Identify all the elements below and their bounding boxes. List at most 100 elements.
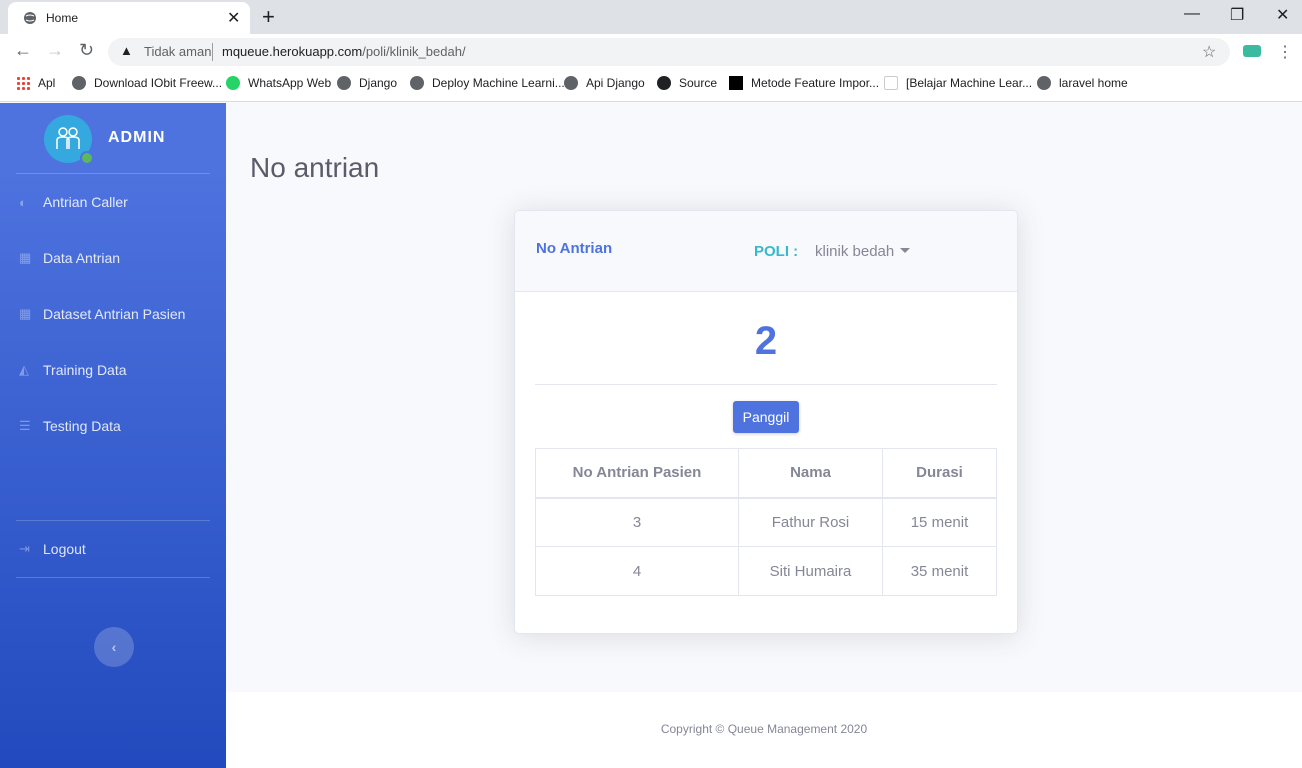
caret-down-icon [900, 247, 911, 253]
page-title: No antrian [250, 152, 380, 183]
github-icon [657, 76, 671, 90]
sidebar-item-antrian-caller[interactable]: ◐ Antrian Caller [0, 182, 226, 222]
table-cell: 4 [535, 546, 739, 596]
globe-icon [23, 11, 37, 30]
security-status[interactable]: Tidak aman [144, 44, 211, 59]
sign-out-icon: ⇥ [19, 541, 30, 556]
bookmark-deploy-ml[interactable]: Deploy Machine Learni... [410, 76, 565, 90]
card-divider [535, 384, 997, 385]
column-header: Nama [738, 448, 883, 499]
sidebar-item-label: Training Data [43, 362, 127, 378]
new-tab-icon[interactable]: + [262, 4, 275, 30]
footer: Copyright © Queue Management 2020 [226, 692, 1302, 768]
sidebar-item-training-data[interactable]: ◭ Training Data [0, 350, 226, 390]
globe-icon [337, 76, 351, 90]
sidebar-divider [16, 577, 210, 578]
bookmark-source[interactable]: Source [657, 76, 717, 90]
youtube-icon [884, 76, 898, 90]
table-icon: ▦ [19, 250, 32, 265]
sidebar-item-label: Data Antrian [43, 250, 121, 266]
sidebar-item-label: Logout [43, 541, 86, 557]
table-row: 4 Siti Humaira 35 menit [535, 546, 997, 596]
bookmark-django[interactable]: Django [337, 76, 397, 90]
poli-selected-value: klinik bedah [815, 243, 895, 260]
sidebar-toggle-button[interactable]: ‹ [94, 627, 134, 667]
queue-card: No Antrian POLI : klinik bedah 2 Panggil… [514, 210, 1018, 634]
restore-icon[interactable]: ❐ [1230, 5, 1244, 25]
table-cell: 35 menit [882, 546, 997, 596]
bookmark-api-django[interactable]: Api Django [564, 76, 645, 90]
list-icon: ☰ [19, 418, 31, 433]
poli-dropdown[interactable]: klinik bedah [815, 243, 911, 260]
table-cell: 15 menit [882, 497, 997, 547]
call-button[interactable]: Panggil [733, 401, 799, 433]
brand-text[interactable]: ADMIN [108, 129, 165, 147]
url-path: /poli/klinik_bedah/ [362, 44, 466, 59]
bookmark-label: Source [679, 76, 718, 90]
globe-icon [1037, 76, 1051, 90]
bookmark-label: laravel home [1059, 76, 1128, 90]
url-host: mqueue.herokuapp.com [222, 44, 363, 59]
bookmark-laravel[interactable]: laravel home [1037, 76, 1128, 90]
bookmark-label: Download IObit Freew... [94, 76, 223, 90]
bookmark-label: WhatsApp Web [248, 76, 332, 90]
bookmark-label: Api Django [586, 76, 645, 90]
table-cell: 3 [535, 497, 739, 547]
url-text[interactable]: mqueue.herokuapp.com/poli/klinik_bedah/ [222, 44, 466, 59]
extension-icon[interactable] [1243, 45, 1261, 57]
sidebar-item-testing-data[interactable]: ☰ Testing Data [0, 406, 226, 446]
sidebar-divider [16, 173, 210, 174]
bookmark-metode[interactable]: Metode Feature Impor... [729, 76, 879, 90]
people-icon [54, 125, 82, 159]
brand-logo[interactable] [44, 115, 94, 165]
close-tab-icon[interactable]: ✕ [227, 8, 240, 28]
bookmark-iobit[interactable]: Download IObit Freew... [72, 76, 222, 90]
chevron-left-icon: ‹ [111, 639, 117, 655]
sidebar-divider [16, 520, 210, 521]
table-cell: Siti Humaira [738, 546, 883, 596]
window-close-icon[interactable]: ✕ [1276, 5, 1289, 25]
column-header: No Antrian Pasien [535, 448, 739, 499]
minimize-icon[interactable]: — [1184, 5, 1200, 23]
bookmark-label: [Belajar Machine Lear... [906, 76, 1033, 90]
globe-icon [72, 76, 86, 90]
table-cell: Fathur Rosi [738, 497, 883, 547]
sidebar-item-logout[interactable]: ⇥ Logout [0, 529, 226, 569]
browser-toolbar: ← → ↻ ▲ Tidak aman mqueue.herokuapp.com/… [0, 34, 1302, 70]
column-header: Durasi [882, 448, 997, 499]
bookmark-whatsapp[interactable]: WhatsApp Web [226, 76, 331, 90]
sidebar-item-label: Antrian Caller [43, 194, 128, 210]
back-icon[interactable]: ← [14, 40, 32, 61]
forward-icon[interactable]: → [46, 40, 64, 61]
area-chart-icon: ◭ [19, 362, 29, 377]
sidebar-item-dataset-antrian-pasien[interactable]: ▦ Dataset Antrian Pasien [0, 294, 226, 334]
browser-tab-strip: Home ✕ + — ❐ ✕ [0, 0, 1302, 34]
globe-icon [410, 76, 424, 90]
browser-menu-icon[interactable]: ⋮ [1277, 42, 1293, 62]
tachometer-icon: ◐ [19, 194, 27, 210]
bookmark-apl[interactable]: Apl [16, 76, 55, 90]
status-dot [80, 151, 94, 165]
sidebar-item-label: Testing Data [43, 418, 121, 434]
table-header-row: No Antrian Pasien Nama Durasi [535, 448, 997, 499]
address-bar[interactable]: ▲ Tidak aman mqueue.herokuapp.com/poli/k… [108, 38, 1230, 66]
sidebar-item-label: Dataset Antrian Pasien [43, 306, 186, 322]
omnibox-separator [212, 43, 213, 61]
browser-tab[interactable]: Home ✕ [8, 2, 250, 34]
reload-icon[interactable]: ↻ [79, 40, 94, 61]
bookmark-belajar-ml[interactable]: [Belajar Machine Lear... [884, 76, 1032, 90]
bookmark-label: Metode Feature Impor... [751, 76, 880, 90]
bookmark-star-icon[interactable]: ☆ [1202, 42, 1216, 62]
copyright-text: Copyright © Queue Management 2020 [660, 722, 868, 736]
queue-table: No Antrian Pasien Nama Durasi 3 Fathur R… [535, 448, 997, 596]
sidebar-item-data-antrian[interactable]: ▦ Data Antrian [0, 238, 226, 278]
current-queue-number: 2 [754, 319, 778, 363]
medium-icon [729, 76, 743, 90]
card-header: No Antrian POLI : klinik bedah [515, 211, 1017, 292]
table-icon: ▦ [19, 306, 32, 321]
bookmarks-bar: Apl Download IObit Freew... WhatsApp Web… [0, 70, 1302, 102]
bookmark-label: Django [359, 76, 398, 90]
sidebar: ADMIN ◐ Antrian Caller ▦ Data Antrian ▦ … [0, 103, 226, 768]
warning-icon[interactable]: ▲ [120, 43, 133, 58]
apps-grid-icon [16, 76, 30, 90]
